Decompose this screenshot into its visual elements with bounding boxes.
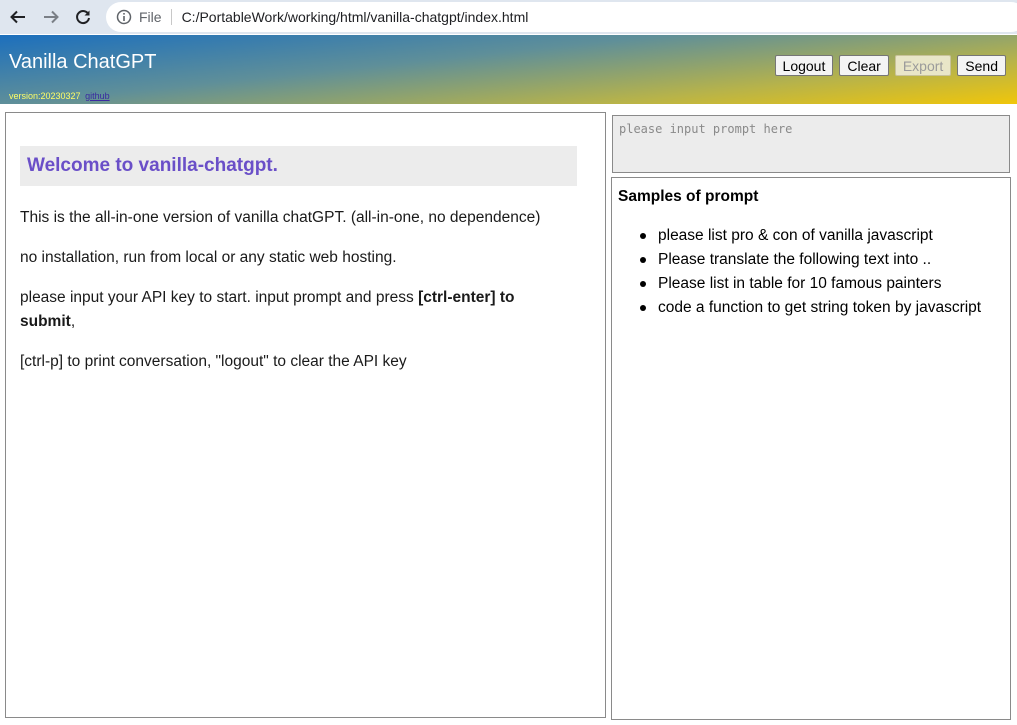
api-key-paragraph: please input your API key to start. inpu…: [20, 286, 570, 334]
conversation-panel: Welcome to vanilla-chatgpt. This is the …: [5, 112, 606, 718]
intro-paragraph: This is the all-in-one version of vanill…: [20, 209, 541, 226]
sample-item[interactable]: please list pro & con of vanilla javascr…: [618, 224, 981, 248]
address-divider: [170, 9, 172, 25]
app-header: Vanilla ChatGPT version:20230327 github …: [0, 35, 1017, 104]
arrow-left-icon: [10, 10, 25, 24]
export-button[interactable]: Export: [894, 55, 952, 76]
logout-button[interactable]: Logout: [774, 55, 834, 76]
sample-item[interactable]: Please list in table for 10 famous paint…: [618, 272, 981, 296]
samples-panel: Samples of prompt please list pro & con …: [611, 177, 1011, 720]
print-paragraph: [ctrl-p] to print conversation, "logout"…: [20, 353, 407, 370]
install-paragraph: no installation, run from local or any s…: [20, 249, 397, 266]
forward-button[interactable]: [40, 6, 62, 28]
clear-button[interactable]: Clear: [839, 55, 889, 76]
github-link[interactable]: github: [85, 91, 110, 101]
toolbar: Logout Clear Export Send: [774, 55, 1006, 76]
samples-title: Samples of prompt: [618, 188, 759, 205]
sample-item[interactable]: code a function to get string token by j…: [618, 296, 981, 320]
file-label: File: [139, 9, 162, 25]
arrow-right-icon: [44, 10, 59, 24]
api-key-text: please input your API key to start. inpu…: [20, 289, 419, 306]
version-text: version:20230327: [9, 91, 81, 101]
version-line: version:20230327 github: [9, 91, 110, 101]
url-text[interactable]: C:/PortableWork/working/html/vanilla-cha…: [182, 9, 529, 25]
back-button[interactable]: [7, 6, 29, 28]
samples-list: please list pro & con of vanilla javascr…: [618, 224, 981, 320]
welcome-heading: Welcome to vanilla-chatgpt.: [20, 146, 577, 186]
reload-icon: [76, 10, 90, 25]
info-icon[interactable]: [116, 9, 132, 25]
app-title: Vanilla ChatGPT: [9, 51, 157, 73]
send-button[interactable]: Send: [957, 55, 1006, 76]
address-bar[interactable]: File C:/PortableWork/working/html/vanill…: [106, 2, 1017, 32]
sample-item[interactable]: Please translate the following text into…: [618, 248, 981, 272]
api-key-suffix: ,: [70, 313, 76, 330]
reload-button[interactable]: [72, 6, 94, 28]
browser-toolbar: File C:/PortableWork/working/html/vanill…: [0, 0, 1017, 34]
prompt-input[interactable]: [612, 115, 1010, 173]
